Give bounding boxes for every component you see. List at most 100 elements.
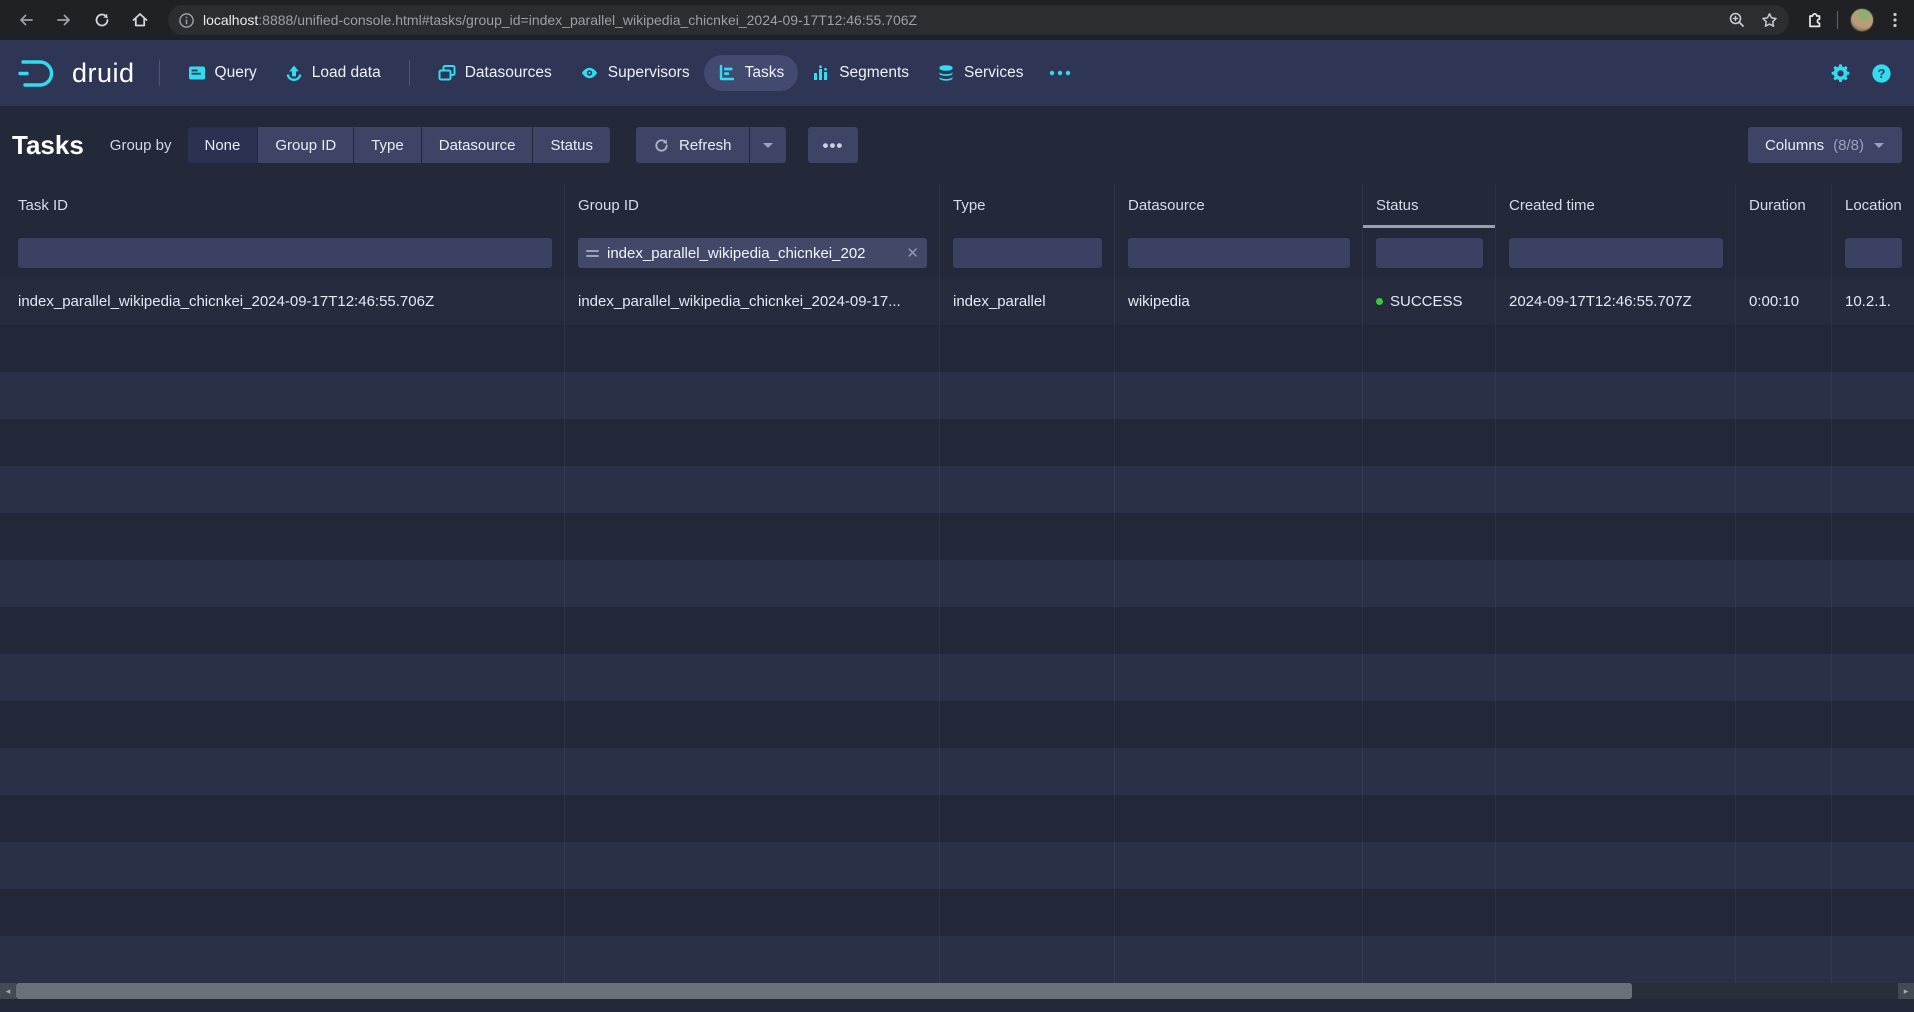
brand-name: druid	[72, 58, 135, 89]
type-filter-input[interactable]	[953, 238, 1102, 268]
toolbar-more-button[interactable]: •••	[808, 127, 859, 163]
columns-dropdown-button[interactable]: Columns (8/8)	[1748, 127, 1902, 163]
task-id-cell[interactable]: index_parallel_wikipedia_chicnkei_2024-0…	[0, 278, 565, 325]
empty-cell	[1832, 607, 1914, 654]
nav-item-load-data[interactable]: Load data	[271, 55, 395, 91]
group-id-filter-chip[interactable]: index_parallel_wikipedia_chicnkei_202 ✕	[578, 238, 927, 268]
column-header-created-time[interactable]: Created time	[1496, 184, 1736, 228]
status-filter-input[interactable]	[1376, 238, 1483, 268]
nav-item-query[interactable]: Query	[174, 55, 271, 91]
table-empty-rows	[0, 325, 1914, 983]
task-row[interactable]: index_parallel_wikipedia_chicnkei_2024-0…	[0, 278, 1914, 325]
scroll-left-arrow[interactable]: ◂	[0, 983, 16, 999]
browser-profile-avatar[interactable]	[1850, 8, 1874, 32]
bookmark-star-icon[interactable]	[1760, 11, 1779, 30]
empty-cell	[1832, 372, 1914, 419]
empty-cell	[1363, 372, 1496, 419]
location-filter-input[interactable]	[1845, 238, 1902, 268]
column-header-group-id[interactable]: Group ID	[565, 184, 940, 228]
help-icon[interactable]: ?	[1871, 63, 1892, 84]
query-icon	[188, 64, 206, 82]
clear-filter-icon[interactable]: ✕	[906, 244, 919, 262]
group-by-segmented-control: None Group ID Type Datasource Status	[188, 127, 611, 163]
created-time-filter-input[interactable]	[1509, 238, 1723, 268]
nav-item-label: Datasources	[465, 64, 552, 82]
group-by-datasource-button[interactable]: Datasource	[422, 127, 533, 163]
created-time-cell[interactable]: 2024-09-17T12:46:55.707Z	[1496, 278, 1736, 325]
extensions-icon[interactable]	[1805, 10, 1825, 30]
nav-item-datasources[interactable]: Datasources	[424, 55, 566, 91]
column-header-location[interactable]: Location	[1832, 184, 1914, 228]
empty-cell	[1115, 842, 1363, 889]
location-cell[interactable]: 10.2.1.	[1832, 278, 1914, 325]
zoom-icon[interactable]	[1728, 11, 1746, 29]
chevron-down-icon	[762, 142, 774, 149]
url-bar[interactable]: localhost:8888/unified-console.html#task…	[168, 5, 1789, 35]
group-by-status-button[interactable]: Status	[533, 127, 610, 163]
empty-cell	[1736, 795, 1832, 842]
type-cell[interactable]: index_parallel	[940, 278, 1115, 325]
column-header-type[interactable]: Type	[940, 184, 1115, 228]
nav-item-supervisors[interactable]: Supervisors	[566, 55, 704, 91]
empty-cell	[1363, 701, 1496, 748]
settings-gear-icon[interactable]	[1830, 63, 1851, 84]
browser-back-button[interactable]	[10, 4, 42, 36]
refresh-button[interactable]: Refresh	[636, 127, 749, 163]
datasource-filter-input[interactable]	[1128, 238, 1350, 268]
column-header-status[interactable]: Status	[1363, 184, 1496, 228]
task-id-filter-input[interactable]	[18, 238, 552, 268]
empty-table-row	[0, 325, 1914, 372]
browser-reload-button[interactable]	[86, 4, 118, 36]
datasource-cell[interactable]: wikipedia	[1115, 278, 1363, 325]
nav-item-tasks[interactable]: Tasks	[704, 55, 799, 91]
nav-divider	[159, 60, 160, 86]
empty-cell	[1496, 795, 1736, 842]
duration-filter-cell	[1736, 228, 1832, 278]
browser-menu-icon[interactable]	[1886, 11, 1904, 29]
scroll-right-arrow[interactable]: ▸	[1898, 983, 1914, 999]
empty-cell	[1736, 654, 1832, 701]
empty-cell	[1736, 466, 1832, 513]
empty-cell	[1115, 748, 1363, 795]
group-id-cell[interactable]: index_parallel_wikipedia_chicnkei_2024-0…	[565, 278, 940, 325]
nav-item-segments[interactable]: Segments	[798, 55, 923, 91]
empty-cell	[1736, 419, 1832, 466]
column-header-task-id[interactable]: Task ID	[0, 184, 565, 228]
empty-cell	[940, 325, 1115, 372]
status-cell[interactable]: SUCCESS	[1363, 278, 1496, 325]
group-by-group-id-button[interactable]: Group ID	[258, 127, 353, 163]
empty-cell	[565, 466, 940, 513]
empty-cell	[1115, 513, 1363, 560]
tasks-gantt-icon	[718, 64, 736, 82]
column-header-duration[interactable]: Duration	[1736, 184, 1832, 228]
columns-count: (8/8)	[1833, 137, 1864, 154]
druid-logo[interactable]: druid	[16, 56, 135, 90]
group-by-none-button[interactable]: None	[188, 127, 258, 163]
empty-cell	[1832, 654, 1914, 701]
duration-cell[interactable]: 0:00:10	[1736, 278, 1832, 325]
filter-operator-icon	[586, 250, 599, 257]
scrollbar-thumb[interactable]	[16, 983, 1632, 999]
nav-more-button[interactable]	[1037, 61, 1083, 85]
empty-cell	[565, 654, 940, 701]
scrollbar-track[interactable]	[1632, 983, 1898, 999]
empty-cell	[0, 748, 565, 795]
empty-cell	[1363, 842, 1496, 889]
empty-cell	[1832, 701, 1914, 748]
status-text: SUCCESS	[1390, 293, 1463, 310]
eye-icon	[580, 64, 599, 82]
browser-forward-button[interactable]	[48, 4, 80, 36]
empty-cell	[1736, 701, 1832, 748]
group-by-type-button[interactable]: Type	[354, 127, 421, 163]
refresh-interval-dropdown-button[interactable]	[750, 127, 786, 163]
segments-chart-icon	[812, 64, 830, 82]
column-header-datasource[interactable]: Datasource	[1115, 184, 1363, 228]
browser-home-button[interactable]	[124, 4, 156, 36]
site-info-icon[interactable]	[178, 12, 195, 29]
empty-cell	[0, 701, 565, 748]
empty-table-row	[0, 795, 1914, 842]
nav-item-services[interactable]: Services	[923, 55, 1037, 92]
empty-cell	[565, 795, 940, 842]
horizontal-scrollbar[interactable]: ◂ ▸	[0, 983, 1914, 999]
group-by-label: Group by	[110, 137, 172, 154]
